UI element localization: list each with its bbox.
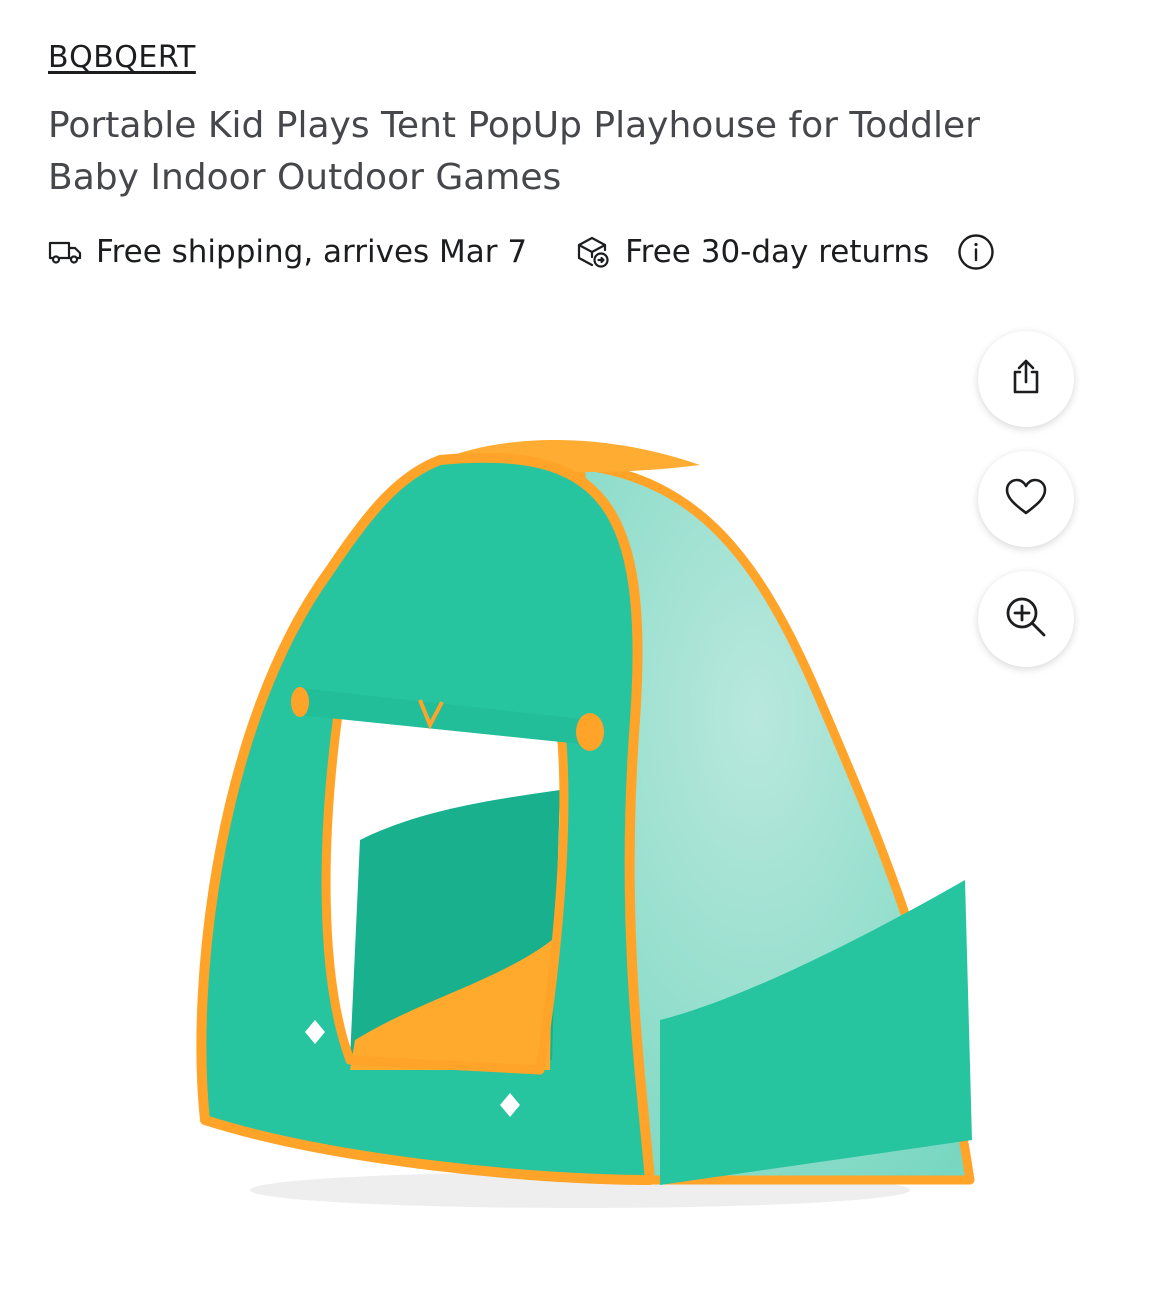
zoom-button[interactable] bbox=[978, 571, 1074, 667]
info-icon[interactable] bbox=[957, 233, 995, 271]
product-image[interactable] bbox=[180, 420, 980, 1224]
returns-perk: Free 30-day returns bbox=[575, 234, 929, 270]
heart-icon bbox=[1004, 477, 1048, 521]
perks-row: Free shipping, arrives Mar 7 Free 30-day… bbox=[48, 228, 995, 276]
shipping-perk: Free shipping, arrives Mar 7 bbox=[48, 234, 527, 270]
product-title: Portable Kid Plays Tent PopUp Playhouse … bbox=[48, 105, 980, 198]
share-icon bbox=[1006, 357, 1046, 401]
shipping-text: Free shipping, arrives Mar 7 bbox=[96, 234, 528, 270]
zoom-in-icon bbox=[1004, 595, 1048, 643]
favorite-button[interactable] bbox=[978, 451, 1074, 547]
brand-link[interactable]: BQBQERT bbox=[48, 40, 196, 75]
share-button[interactable] bbox=[978, 331, 1074, 427]
truck-icon bbox=[48, 238, 82, 266]
return-box-icon bbox=[575, 235, 611, 269]
returns-text: Free 30-day returns bbox=[625, 234, 930, 270]
